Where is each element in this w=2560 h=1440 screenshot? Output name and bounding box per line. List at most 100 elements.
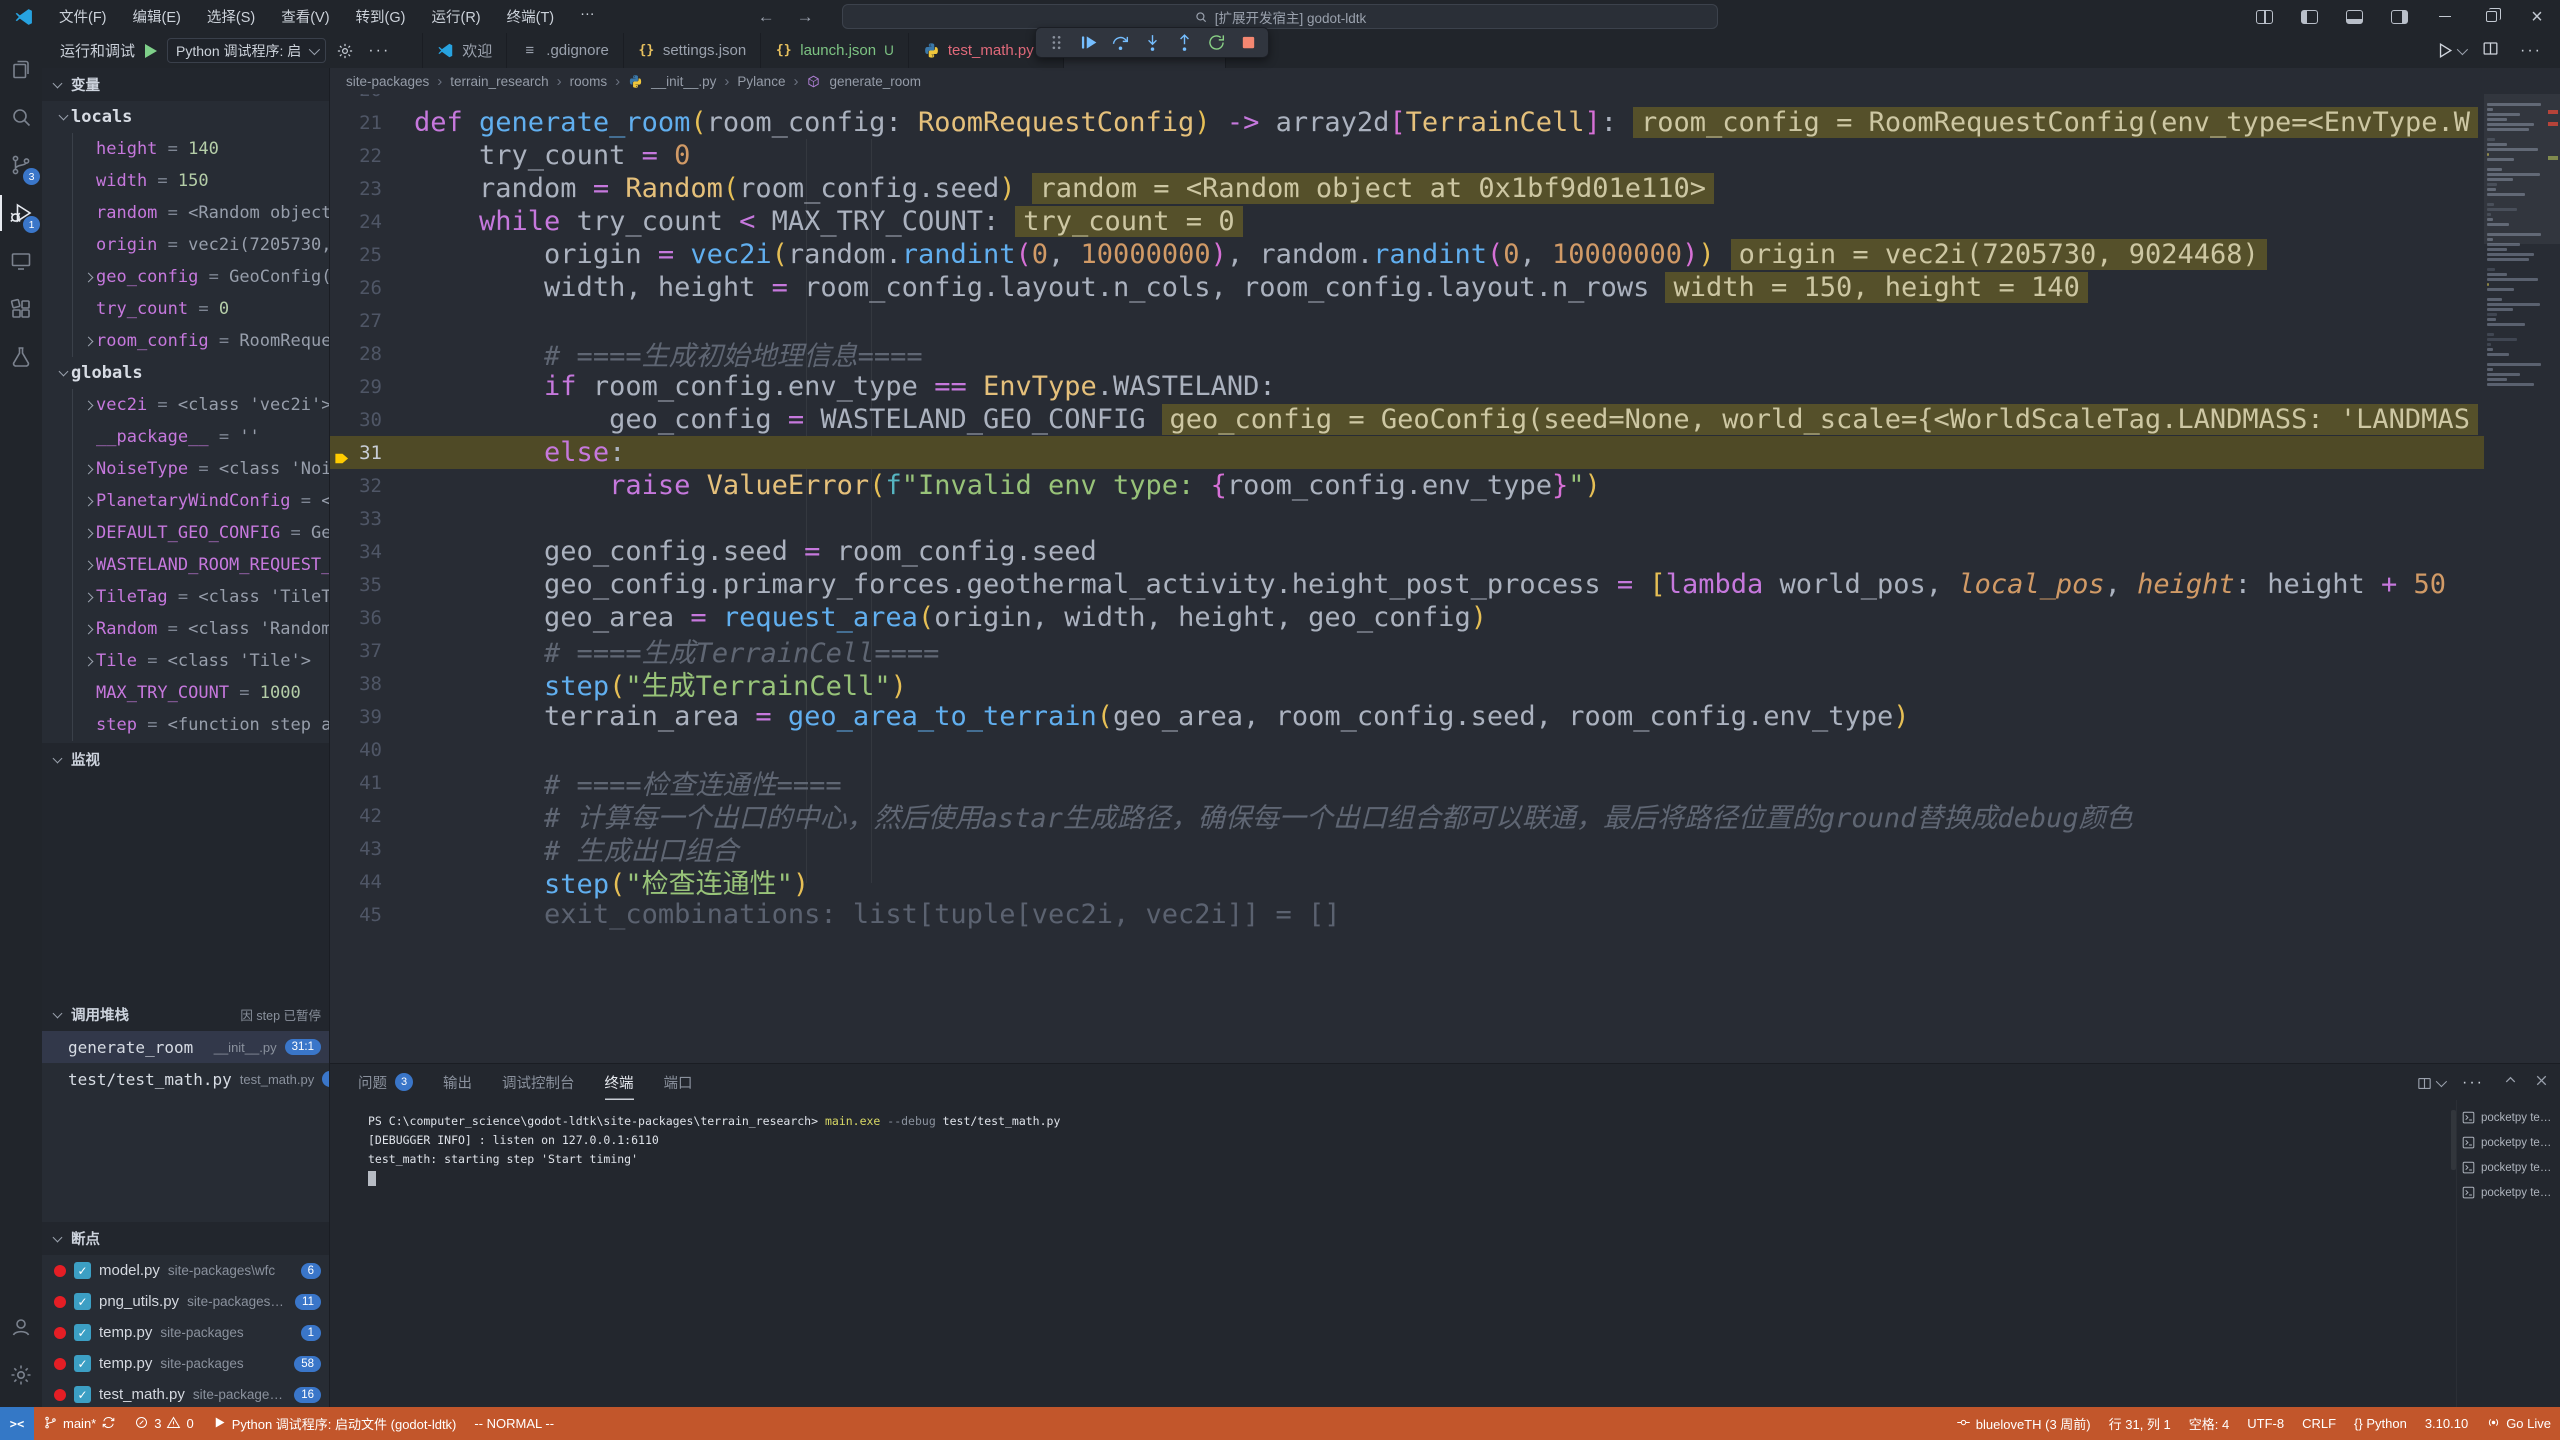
code-line-21[interactable]: 21 def generate_room(room_config: RoomRe… [330, 106, 2484, 139]
gutter[interactable]: 34 [330, 541, 400, 563]
activitybar-testing[interactable] [0, 333, 42, 381]
variable-row[interactable]: NoiseType = <class 'NoiseType'> [72, 453, 329, 485]
variable-row[interactable]: DEFAULT_GEO_CONFIG = GeoConfig(seed=1… [72, 517, 329, 549]
menu-查看(V)[interactable]: 查看(V) [268, 6, 342, 27]
more-actions-icon[interactable]: ··· [364, 42, 394, 60]
step-over-button[interactable] [1106, 30, 1134, 56]
code-line-32[interactable]: 32 raise ValueError(f"Invalid env type: … [330, 469, 2484, 502]
gutter[interactable]: 25 [330, 244, 400, 266]
gutter[interactable]: 22 [330, 145, 400, 167]
menu-文件(F)[interactable]: 文件(F) [46, 6, 120, 27]
variable-row[interactable]: height = 140 [72, 133, 329, 165]
terminal-instance[interactable]: pocketpy te… [2457, 1108, 2560, 1127]
breakpoint-checkbox[interactable]: ✓ [74, 1355, 91, 1372]
scope-row[interactable]: locals [42, 101, 329, 133]
gutter[interactable]: 36 [330, 607, 400, 629]
variable-row[interactable]: try_count = 0 [72, 293, 329, 325]
code-line-23[interactable]: 23 random = Random(room_config.seed)rand… [330, 172, 2484, 205]
gutter[interactable]: 42 [330, 805, 400, 827]
breadcrumb-item[interactable]: rooms [570, 74, 608, 89]
breakpoint-checkbox[interactable]: ✓ [74, 1293, 91, 1310]
variable-row[interactable]: origin = vec2i(7205730, 9024468) [72, 229, 329, 261]
statusbar-indentation[interactable]: 空格: 4 [2180, 1407, 2238, 1440]
statusbar-debug-config[interactable]: Python 调试程序: 启动文件 (godot-ldtk) [203, 1407, 466, 1440]
maximize-panel-icon[interactable] [2502, 1072, 2519, 1094]
variable-row[interactable]: width = 150 [72, 165, 329, 197]
tab-欢迎[interactable]: 欢迎 [422, 33, 507, 68]
breakpoint-row[interactable]: ✓ test_math.py site-packages\terrain_res… [42, 1379, 329, 1407]
terminal[interactable]: PS C:\computer_science\godot-ldtk\site-p… [330, 1100, 2451, 1407]
menu-终端(T)[interactable]: 终端(T) [494, 6, 568, 27]
gutter[interactable]: 21 [330, 112, 400, 134]
breakpoint-row[interactable]: ✓ png_utils.py site-packages\wfc 11 [42, 1286, 329, 1317]
gutter[interactable]: 45 [330, 904, 400, 926]
panel-tab-输出[interactable]: 输出 [443, 1064, 472, 1100]
breadcrumb[interactable]: site-packages›terrain_research›rooms›__i… [330, 68, 2560, 94]
breadcrumb-item[interactable]: generate_room [829, 74, 921, 89]
statusbar-go-live[interactable]: Go Live [2477, 1407, 2560, 1440]
variables-header[interactable]: 变量 [42, 68, 329, 101]
code-line-24[interactable]: 24 while try_count < MAX_TRY_COUNT:try_c… [330, 205, 2484, 238]
variable-row[interactable]: random = <Random object at 0x1bf9d01e… [72, 197, 329, 229]
call-stack-header[interactable]: 调用堆栈因 step 已暂停 [42, 998, 329, 1031]
code-line-34[interactable]: 34 geo_config.seed = room_config.seed [330, 535, 2484, 568]
terminal-instance[interactable]: pocketpy te… [2457, 1183, 2560, 1202]
gutter[interactable]: 26 [330, 277, 400, 299]
breakpoint-row[interactable]: ✓ temp.py site-packages 58 [42, 1348, 329, 1379]
minimap[interactable] [2484, 94, 2546, 1063]
gutter[interactable]: 27 [330, 310, 400, 332]
variable-row[interactable]: MAX_TRY_COUNT = 1000 [72, 677, 329, 709]
gutter[interactable]: 23 [330, 178, 400, 200]
breakpoint-checkbox[interactable]: ✓ [74, 1386, 91, 1403]
breadcrumb-item[interactable]: site-packages [346, 74, 429, 89]
statusbar-eol[interactable]: CRLF [2293, 1407, 2345, 1440]
activitybar-settings[interactable] [0, 1351, 42, 1399]
code-line-27[interactable]: 27 [330, 304, 2484, 337]
variable-row[interactable]: step = <function step at 0x1bf8d716d [72, 709, 329, 741]
activitybar-run-and-debug[interactable]: 1 [0, 189, 42, 237]
panel-tab-调试控制台[interactable]: 调试控制台 [502, 1064, 575, 1100]
breadcrumb-item[interactable]: terrain_research [450, 74, 548, 89]
stack-frame[interactable]: generate_room __init__.py 31:1 [42, 1031, 329, 1063]
statusbar-git-commit-author[interactable]: blueloveTH (3 周前) [1947, 1407, 2100, 1440]
debug-config-select[interactable]: Python 调试程序: 启 [167, 38, 326, 63]
code-line-38[interactable]: 38 step("生成TerrainCell") [330, 667, 2484, 700]
code-line-44[interactable]: 44 step("检查连通性") [330, 865, 2484, 898]
breakpoint-checkbox[interactable]: ✓ [74, 1262, 91, 1279]
breadcrumb-item[interactable]: Pylance [737, 74, 785, 89]
statusbar-encoding[interactable]: UTF-8 [2238, 1407, 2293, 1440]
gutter[interactable]: 31 [330, 442, 400, 464]
restore-button[interactable] [2468, 0, 2514, 33]
breakpoint-row[interactable]: ✓ model.py site-packages\wfc 6 [42, 1255, 329, 1286]
run-python-file-button[interactable] [2435, 41, 2465, 60]
close-button[interactable]: × [2514, 0, 2560, 33]
breakpoint-checkbox[interactable]: ✓ [74, 1324, 91, 1341]
code-line-20[interactable]: 20 [330, 94, 2484, 106]
toggle-secondary-sidebar-icon[interactable] [2391, 10, 2408, 24]
statusbar-git-branch[interactable]: main* [34, 1407, 125, 1440]
step-out-button[interactable] [1170, 30, 1198, 56]
code-line-35[interactable]: 35 geo_config.primary_forces.geothermal_… [330, 568, 2484, 601]
back-arrow-icon[interactable]: ← [758, 7, 775, 27]
restart-button[interactable] [1202, 30, 1230, 56]
tab-settings.json[interactable]: {} settings.json [624, 33, 761, 68]
statusbar-vim-mode[interactable]: -- NORMAL -- [465, 1407, 563, 1440]
variable-row[interactable]: Random = <class 'Random'> [72, 613, 329, 645]
tab-launch.json[interactable]: {} launch.json U [761, 33, 909, 68]
statusbar-language-mode[interactable]: {} Python [2345, 1407, 2416, 1440]
gutter[interactable]: 44 [330, 871, 400, 893]
gutter[interactable]: 20 [330, 94, 400, 101]
gutter[interactable]: 24 [330, 211, 400, 233]
gutter[interactable]: 30 [330, 409, 400, 431]
panel-more-icon[interactable]: ··· [2458, 1074, 2488, 1092]
step-into-button[interactable] [1138, 30, 1166, 56]
minimap-slider[interactable] [2484, 94, 2546, 244]
menu-···[interactable]: ··· [567, 6, 608, 22]
code-line-26[interactable]: 26 width, height = room_config.layout.n_… [330, 271, 2484, 304]
gear-icon[interactable] [336, 42, 354, 60]
variable-row[interactable]: TileTag = <class 'TileTag'> [72, 581, 329, 613]
start-debug-button[interactable] [145, 44, 157, 58]
minimize-button[interactable] [2422, 0, 2468, 33]
activitybar-explorer[interactable] [0, 45, 42, 93]
new-terminal-icon[interactable] [2416, 1075, 2444, 1092]
